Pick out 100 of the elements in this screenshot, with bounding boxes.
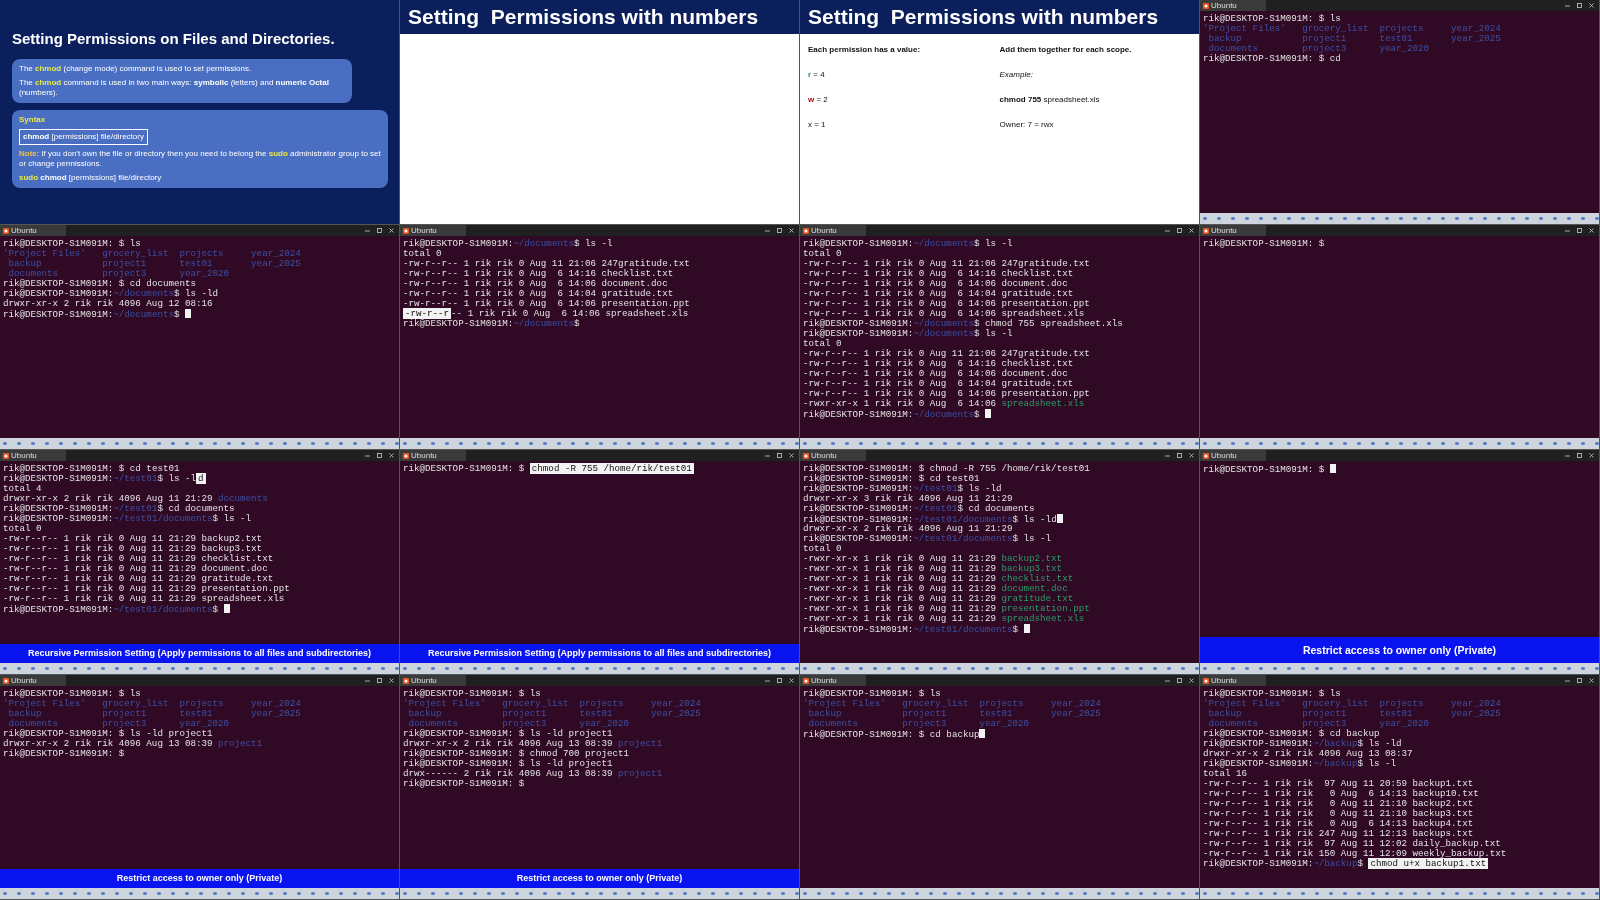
prompt-line: rik@DESKTOP-S1M091M: $	[1203, 239, 1326, 249]
output-line: -rw-r--r-- 1 rik rik 97 Aug 11 12:02 daily_backup.txt	[1203, 839, 1502, 849]
maximize-icon[interactable]	[377, 678, 382, 683]
minimize-icon[interactable]	[1565, 3, 1570, 8]
minimize-icon[interactable]	[765, 678, 770, 683]
terminal-tab[interactable]: Ubuntu	[400, 675, 466, 686]
minimize-icon[interactable]	[1565, 453, 1570, 458]
terminal-tab[interactable]: Ubuntu	[1200, 225, 1266, 236]
terminal-tab[interactable]: Ubuntu	[400, 225, 466, 236]
close-icon[interactable]	[389, 453, 394, 458]
prompt-line: rik@DESKTOP-S1M091M:~/test01/documents$ ls -l	[803, 534, 1053, 544]
output-line: -rw-r--r-- 1 rik rik 247 Aug 11 12:13 backups.txt	[1203, 829, 1475, 839]
prompt-line: rik@DESKTOP-S1M091M: $ ls	[1203, 14, 1342, 24]
terminal-tab[interactable]: Ubuntu	[800, 675, 866, 686]
close-icon[interactable]	[389, 228, 394, 233]
output-line: -rw-r--r-- 1 rik rik 0 Aug 6 14:06 spreadsheet.xls	[803, 309, 1086, 319]
terminal-app-icon	[1203, 2, 1209, 9]
terminal-tab[interactable]: Ubuntu	[800, 225, 866, 236]
prompt-line: rik@DESKTOP-S1M091M:~/documents$ ls -ld	[3, 289, 220, 299]
terminal-app-icon	[403, 677, 409, 684]
minimize-icon[interactable]	[1165, 453, 1170, 458]
prompt-line: rik@DESKTOP-S1M091M: $ ls	[803, 689, 942, 699]
minimize-icon[interactable]	[365, 228, 370, 233]
terminal-tab[interactable]: Ubuntu	[0, 675, 66, 686]
minimize-icon[interactable]	[1165, 678, 1170, 683]
prompt-line: rik@DESKTOP-S1M091M: $ ls -ld project1	[3, 729, 214, 739]
minimize-icon[interactable]	[365, 453, 370, 458]
output-line: -rwxr-xr-x 1 rik rik 0 Aug 11 21:29 backup2.txt	[803, 554, 1064, 564]
listing-line: backup project1 test01 year_2025	[1207, 709, 1502, 719]
maximize-icon[interactable]	[777, 678, 782, 683]
output-line: total 4	[3, 484, 43, 494]
caption-banner: Restrict access to owner only (Private)	[0, 869, 399, 888]
prompt-line: rik@DESKTOP-S1M091M: $	[3, 749, 126, 759]
output-line: -rw-r--r-- 1 rik rik 0 Aug 6 14:04 gratitude.txt	[403, 289, 675, 299]
output-line: -rw-r--r-- 1 rik rik 0 Aug 11 21:10 backup3.txt	[1203, 809, 1475, 819]
close-icon[interactable]	[1189, 678, 1194, 683]
output-line: drwxr-xr-x 2 rik rik 4096 Aug 11 21:29	[803, 524, 1014, 534]
prompt-line: rik@DESKTOP-S1M091M:~/documents$ ls -l	[803, 239, 1014, 249]
terminal-tab[interactable]: Ubuntu	[0, 225, 66, 236]
maximize-icon[interactable]	[377, 228, 382, 233]
maximize-icon[interactable]	[1577, 678, 1582, 683]
output-line: -rwxr-xr-x 1 rik rik 0 Aug 6 14:06 spreadsheet.xls	[803, 399, 1086, 409]
maximize-icon[interactable]	[1177, 453, 1182, 458]
terminal-tab[interactable]: Ubuntu	[1200, 0, 1266, 11]
output-line: -rw-r--r -- 1 rik rik 0 Aug 6 14:06 spreadsheet.xls	[403, 309, 690, 319]
output-line: -rw-r--r-- 1 rik rik 0 Aug 6 14:16 checklist.txt	[803, 269, 1075, 279]
terminal-tab[interactable]: Ubuntu	[400, 450, 466, 461]
terminal-app-icon	[1203, 677, 1209, 684]
close-icon[interactable]	[1189, 453, 1194, 458]
output-line: -rw-r--r-- 1 rik rik 0 Aug 11 21:29 gratitude.txt	[3, 574, 275, 584]
close-icon[interactable]	[389, 678, 394, 683]
output-line: -rw-r--r-- 1 rik rik 0 Aug 6 14:06 presentation.ppt	[803, 389, 1091, 399]
maximize-icon[interactable]	[777, 453, 782, 458]
maximize-icon[interactable]	[1177, 228, 1182, 233]
prompt-line: rik@DESKTOP-S1M091M: $ cd backup	[1203, 729, 1381, 739]
terminal-tab[interactable]: Ubuntu	[1200, 450, 1266, 461]
prompt-line: rik@DESKTOP-S1M091M:~/documents$	[3, 309, 396, 319]
maximize-icon[interactable]	[1577, 228, 1582, 233]
minimize-icon[interactable]	[1565, 228, 1570, 233]
output-line: -rw-r--r-- 1 rik rik 0 Aug 11 21:06 247gratitude.txt	[803, 349, 1091, 359]
terminal-tab[interactable]: Ubuntu	[0, 450, 66, 461]
maximize-icon[interactable]	[1577, 3, 1582, 8]
terminal-app-icon	[803, 227, 809, 234]
close-icon[interactable]	[1589, 453, 1594, 458]
maximize-icon[interactable]	[377, 453, 382, 458]
close-icon[interactable]	[1589, 3, 1594, 8]
maximize-icon[interactable]	[777, 228, 782, 233]
maximize-icon[interactable]	[1577, 453, 1582, 458]
prompt-line: rik@DESKTOP-S1M091M: $ chmod 700 project1	[403, 749, 631, 759]
slide-text: r = 4	[808, 69, 826, 81]
caption-banner: Restrict access to owner only (Private)	[1200, 636, 1599, 663]
output-line: -rwxr-xr-x 1 rik rik 0 Aug 11 21:29 checklist.txt	[803, 574, 1075, 584]
terminal-tab[interactable]: Ubuntu	[1200, 675, 1266, 686]
listing-line: 'Project Files' grocery_list projects year_2024	[1203, 24, 1502, 34]
caption-banner: Restrict access to owner only (Private)	[400, 869, 799, 888]
output-line: -rw-r--r-- 1 rik rik 0 Aug 6 14:06 document.doc	[803, 279, 1069, 289]
prompt-line: rik@DESKTOP-S1M091M: $ ls -ld project1	[403, 759, 614, 769]
slide-text: chmod 755 spreadsheet.xls	[999, 94, 1101, 106]
minimize-icon[interactable]	[1565, 678, 1570, 683]
slide-title: Setting Permissions on Files and Directories.	[12, 29, 336, 49]
terminal-tab[interactable]: Ubuntu	[800, 450, 866, 461]
listing-line: 'Project Files' grocery_list projects year_2024	[1203, 699, 1502, 709]
maximize-icon[interactable]	[1177, 678, 1182, 683]
close-icon[interactable]	[789, 678, 794, 683]
output-line: total 0	[803, 339, 843, 349]
output-line: -rw-r--r-- 1 rik rik 0 Aug 6 14:06 document.doc	[403, 279, 669, 289]
close-icon[interactable]	[789, 453, 794, 458]
close-icon[interactable]	[1589, 678, 1594, 683]
minimize-icon[interactable]	[765, 453, 770, 458]
close-icon[interactable]	[1589, 228, 1594, 233]
minimize-icon[interactable]	[765, 228, 770, 233]
close-icon[interactable]	[1189, 228, 1194, 233]
close-icon[interactable]	[789, 228, 794, 233]
terminal-app-icon	[1203, 452, 1209, 459]
listing-line: backup project1 test01 year_2025	[807, 709, 1102, 719]
minimize-icon[interactable]	[1165, 228, 1170, 233]
slide-text: Each permission has a value:	[808, 44, 922, 56]
listing-line: documents project3 year_2020	[1207, 719, 1431, 729]
output-line: -rw-r--r-- 1 rik rik 0 Aug 11 21:10 backup2.txt	[1203, 799, 1475, 809]
minimize-icon[interactable]	[365, 678, 370, 683]
